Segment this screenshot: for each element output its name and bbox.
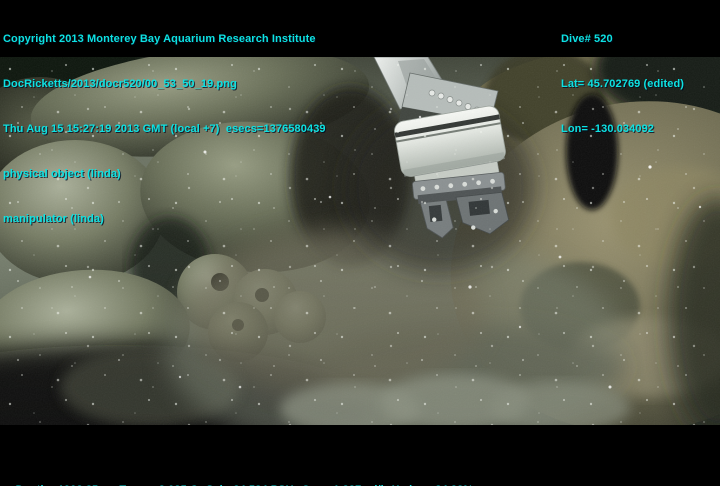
- overlay-top-right: Dive# 520 Lat= 45.702769 (edited) Lon= -…: [561, 2, 684, 167]
- overlay-top-left: Copyright 2013 Monterey Bay Aquarium Res…: [3, 2, 326, 257]
- latitude-readout: Lat= 45.702769 (edited): [561, 77, 684, 92]
- file-path-line: DocRicketts/2013/docr520/00_53_50_19.png: [3, 77, 326, 92]
- annotation-physical-object: physical object (linda): [3, 167, 326, 182]
- telemetry-readout: Depth=1903.85 mTemp=2.025 CSal=34.584 PS…: [3, 468, 481, 486]
- copyright-line: Copyright 2013 Monterey Bay Aquarium Res…: [3, 32, 326, 47]
- annotation-manipulator: manipulator (linda): [3, 212, 326, 227]
- timestamp-line: Thu Aug 15 15:27:19 2013 GMT (local +7) …: [3, 122, 326, 137]
- rov-video-frame: Copyright 2013 Monterey Bay Aquarium Res…: [0, 0, 720, 486]
- longitude-readout: Lon= -130.034092: [561, 122, 684, 137]
- dive-number: Dive# 520: [561, 32, 684, 47]
